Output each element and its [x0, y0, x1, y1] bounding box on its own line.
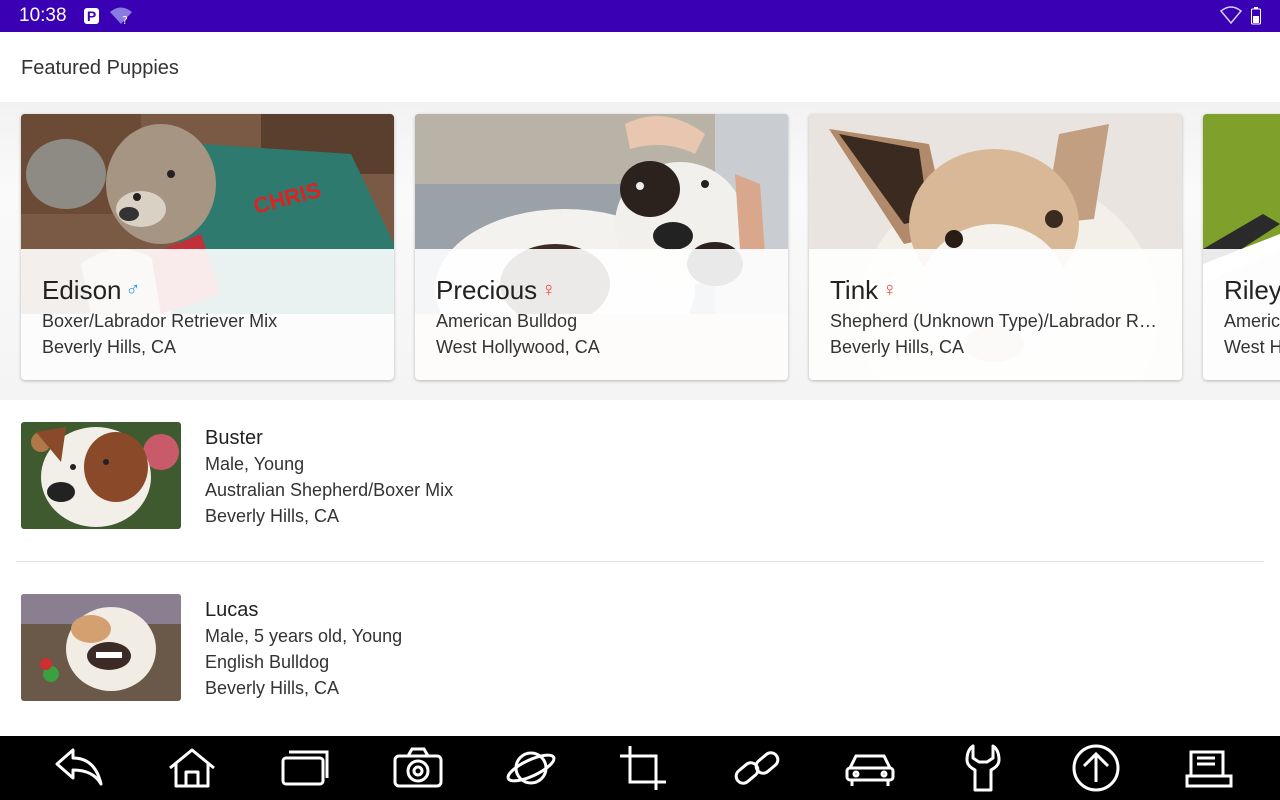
card-name-row: Edison ♂ [42, 275, 141, 306]
featured-card[interactable]: Riley Americ West H [1203, 114, 1280, 380]
list-text: Buster Male, Young Australian Shepherd/B… [205, 425, 453, 529]
page-title: Featured Puppies [21, 57, 179, 79]
dog-location: West Hollywood, CA [436, 337, 600, 357]
battery-icon [1251, 7, 1261, 30]
list-item[interactable]: Buster Male, Young Australian Shepherd/B… [0, 402, 1280, 562]
back-icon[interactable] [51, 744, 107, 792]
dog-details: Male, 5 years old, Young [205, 626, 403, 646]
dog-breed: American Bulldog [436, 311, 578, 331]
planet-icon[interactable] [503, 744, 559, 792]
list-text: Lucas Male, 5 years old, Young English B… [205, 597, 402, 701]
dog-breed: Shepherd (Unknown Type)/Labrador Re... [830, 311, 1160, 331]
wifi-unknown-icon: ? [109, 6, 133, 31]
female-icon: ♀ [541, 279, 557, 301]
dog-name: Lucas [205, 599, 259, 621]
upload-arrow-icon[interactable] [1068, 744, 1124, 792]
dog-location: Beverly Hills, CA [42, 337, 177, 357]
crop-icon[interactable] [616, 744, 672, 792]
link-icon[interactable] [729, 744, 785, 792]
featured-card[interactable]: Precious ♀ American Bulldog West Hollywoo… [415, 114, 788, 380]
dog-thumbnail [21, 422, 181, 529]
dog-name: Tink [830, 275, 879, 305]
dog-details: Male, Young [205, 454, 305, 474]
status-bar: 10:38 P ? [0, 0, 1280, 32]
dog-breed: Americ [1224, 311, 1280, 331]
dog-name: Buster [205, 427, 263, 449]
card-info: Precious ♀ American Bulldog West Hollywoo… [415, 249, 788, 380]
featured-card[interactable]: Tink ♀ Shepherd (Unknown Type)/Labrador R… [809, 114, 1182, 380]
wrench-icon[interactable] [955, 744, 1011, 792]
card-name-row: Riley [1224, 275, 1280, 306]
card-info: Tink ♀ Shepherd (Unknown Type)/Labrador R… [809, 249, 1182, 380]
dog-location: Beverly Hills, CA [205, 506, 340, 526]
app-notification-icon: P [84, 8, 99, 24]
featured-carousel[interactable]: CHRIS Edison ♂ Boxer/Labrador Retriever M… [0, 102, 1280, 400]
dog-name: Riley [1224, 275, 1280, 305]
dog-name: Precious [436, 275, 538, 305]
dog-location: West H [1224, 337, 1280, 357]
status-time: 10:38 [19, 5, 67, 26]
dog-breed: Boxer/Labrador Retriever Mix [42, 311, 278, 331]
male-icon: ♂ [125, 279, 141, 301]
car-icon[interactable] [842, 744, 898, 792]
dog-location: Beverly Hills, CA [830, 337, 965, 357]
card-name-row: Tink ♀ [830, 275, 897, 306]
dog-thumbnail [21, 594, 181, 701]
female-icon: ♀ [882, 279, 898, 301]
home-icon[interactable] [164, 744, 220, 792]
dog-name: Edison [42, 275, 122, 305]
recents-icon[interactable] [277, 744, 333, 792]
svg-text:?: ? [122, 14, 128, 26]
card-info: Edison ♂ Boxer/Labrador Retriever Mix Bev… [21, 249, 394, 380]
document-stack-icon[interactable] [1181, 744, 1237, 792]
list-item[interactable]: Lucas Male, 5 years old, Young English B… [0, 574, 1280, 734]
dog-breed: English Bulldog [205, 652, 330, 672]
navigation-bar [0, 736, 1280, 800]
featured-card[interactable]: CHRIS Edison ♂ Boxer/Labrador Retriever M… [21, 114, 394, 380]
card-info: Riley Americ West H [1203, 249, 1280, 380]
camera-icon[interactable] [390, 744, 446, 792]
card-name-row: Precious ♀ [436, 275, 556, 306]
divider [16, 561, 1264, 562]
dog-location: Beverly Hills, CA [205, 678, 340, 698]
wifi-icon [1219, 6, 1243, 29]
dog-breed: Australian Shepherd/Boxer Mix [205, 480, 454, 500]
